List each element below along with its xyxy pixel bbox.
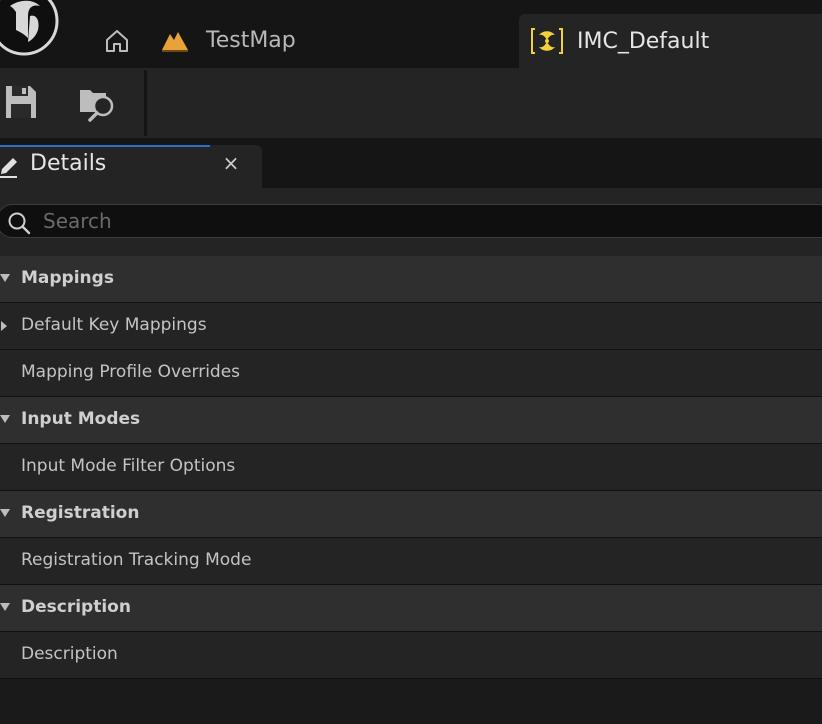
search-input[interactable] xyxy=(43,205,803,237)
category-label: Input Modes xyxy=(21,409,141,429)
category-description[interactable]: Description xyxy=(0,585,822,632)
search-bar xyxy=(0,188,822,256)
active-tab-accent xyxy=(0,145,210,147)
expanded-arrow-icon[interactable] xyxy=(0,274,10,284)
collapsed-arrow-icon[interactable] xyxy=(0,321,10,331)
panel-title: Details xyxy=(30,151,107,176)
toolbar-separator xyxy=(144,70,147,136)
property-description[interactable]: Description xyxy=(0,632,822,679)
browse-icon[interactable] xyxy=(78,82,118,122)
tab-label: TestMap xyxy=(206,27,296,53)
panel-tab-strip: Details × xyxy=(0,138,822,188)
property-default-key-mappings[interactable]: Default Key Mappings xyxy=(0,303,822,350)
details-panel: Mappings Default Key Mappings Mapping Pr… xyxy=(0,188,822,724)
category-label: Description xyxy=(21,597,131,617)
property-label: Mapping Profile Overrides xyxy=(21,362,241,382)
property-label: Registration Tracking Mode xyxy=(21,550,252,570)
details-edit-icon xyxy=(0,158,17,178)
category-mappings[interactable]: Mappings xyxy=(0,256,822,303)
save-icon[interactable] xyxy=(4,84,38,120)
tab-testmap[interactable]: TestMap xyxy=(160,22,296,58)
property-input-mode-filter-options[interactable]: Input Mode Filter Options xyxy=(0,444,822,491)
tab-label: IMC_Default xyxy=(577,28,710,54)
search-icon xyxy=(8,212,31,235)
tab-imc-default[interactable]: IMC_Default xyxy=(519,14,822,68)
property-label: Input Mode Filter Options xyxy=(21,456,236,476)
category-registration[interactable]: Registration xyxy=(0,491,822,538)
input-mapping-context-icon xyxy=(531,28,563,54)
level-icon xyxy=(162,32,188,52)
tab-details[interactable]: Details × xyxy=(0,145,262,188)
unreal-logo-icon[interactable] xyxy=(0,0,60,56)
category-input-modes[interactable]: Input Modes xyxy=(0,397,822,444)
search-field[interactable] xyxy=(0,204,822,238)
asset-editor-window: TestMap IMC_Default Details × Search Map… xyxy=(0,0,822,724)
home-icon[interactable] xyxy=(104,28,130,54)
expanded-arrow-icon[interactable] xyxy=(0,415,10,425)
property-registration-tracking-mode[interactable]: Registration Tracking Mode xyxy=(0,538,822,585)
category-label: Mappings xyxy=(21,268,114,288)
expanded-arrow-icon[interactable] xyxy=(0,509,10,519)
property-label: Default Key Mappings xyxy=(21,315,207,335)
property-list: Mappings Default Key Mappings Mapping Pr… xyxy=(0,256,822,679)
close-button[interactable]: × xyxy=(222,153,240,173)
expanded-arrow-icon[interactable] xyxy=(0,603,10,613)
property-label: Description xyxy=(21,644,118,664)
tab-bar: TestMap IMC_Default xyxy=(0,0,822,68)
property-mapping-profile-overrides[interactable]: Mapping Profile Overrides xyxy=(0,350,822,397)
category-label: Registration xyxy=(21,503,140,523)
toolbar xyxy=(0,68,822,138)
